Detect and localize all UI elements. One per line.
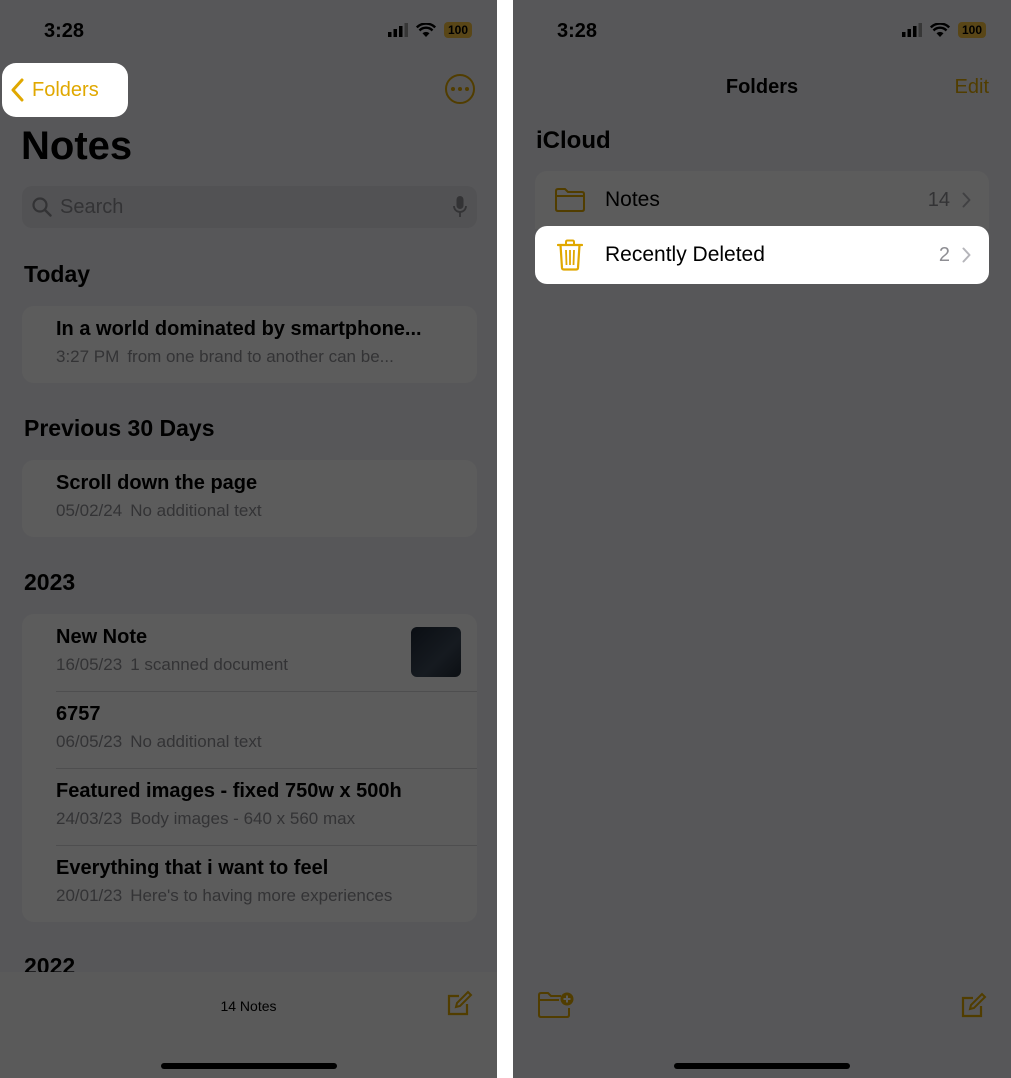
wifi-icon — [929, 22, 950, 37]
notes-group-today: In a world dominated by smartphone... 3:… — [22, 306, 477, 383]
search-placeholder: Search — [60, 195, 124, 218]
cellular-signal-icon — [387, 23, 408, 37]
nav-title: Folders — [725, 76, 799, 98]
note-item[interactable]: In a world dominated by smartphone... 3:… — [22, 306, 477, 383]
back-to-folders-button[interactable]: Folders — [2, 63, 128, 117]
note-title: In a world dominated by smartphone... — [56, 318, 422, 340]
folder-icon — [555, 188, 585, 212]
note-preview: Here's to having more experiences — [130, 886, 393, 905]
folder-name: Notes — [605, 188, 660, 211]
battery-indicator: 100 — [443, 22, 472, 38]
notes-group-previous-30-days: Scroll down the page 05/02/24 No addition… — [22, 460, 477, 537]
chevron-right-icon — [962, 247, 971, 263]
status-bar: 3:28 100 — [0, 0, 497, 60]
status-bar: 3:28 100 — [513, 0, 1011, 60]
note-preview: No additional text — [130, 501, 262, 520]
notes-group-2023: New Note 16/05/23 1 scanned document 6757… — [22, 614, 477, 922]
note-date: 16/05/23 — [56, 655, 123, 674]
note-preview: No additional text — [130, 732, 262, 751]
note-title: New Note — [56, 626, 148, 648]
note-title: Scroll down the page — [56, 472, 258, 494]
note-title: 6757 — [56, 703, 101, 725]
note-date: 05/02/24 — [56, 501, 123, 520]
note-preview: Body images - 640 x 560 max — [130, 809, 356, 828]
note-date: 06/05/23 — [56, 732, 123, 751]
note-item[interactable]: New Note 16/05/23 1 scanned document — [22, 614, 477, 691]
note-preview: 1 scanned document — [130, 655, 289, 674]
compose-icon[interactable] — [445, 990, 473, 1018]
section-header-icloud: iCloud — [536, 127, 611, 154]
cellular-signal-icon — [901, 23, 922, 37]
bottom-toolbar: 14 Notes — [0, 972, 497, 1078]
section-header-previous-30-days: Previous 30 Days — [24, 415, 215, 441]
note-title: Everything that i want to feel — [56, 857, 329, 879]
new-folder-icon[interactable] — [537, 990, 575, 1020]
section-header-today: Today — [24, 261, 91, 287]
note-preview: from one brand to another can be... — [127, 347, 394, 366]
battery-indicator: 100 — [957, 22, 986, 38]
compose-icon[interactable] — [959, 992, 987, 1020]
note-thumbnail — [411, 627, 461, 677]
note-title: Featured images - fixed 750w x 500h — [56, 780, 402, 802]
back-label: Folders — [32, 78, 99, 101]
notes-count: 14 Notes — [220, 998, 277, 1014]
more-options-button[interactable] — [445, 74, 475, 104]
notes-list-screen: 3:28 100 Notes Search Today In a world d… — [0, 0, 497, 1078]
note-date: 24/03/23 — [56, 809, 123, 828]
dim-overlay — [513, 0, 1011, 1078]
edit-button[interactable]: Edit — [955, 76, 989, 99]
page-title: Notes — [21, 124, 133, 168]
status-time: 3:28 — [44, 20, 85, 42]
microphone-icon[interactable] — [453, 196, 467, 218]
note-item[interactable]: Scroll down the page 05/02/24 No addition… — [22, 460, 477, 537]
status-time: 3:28 — [557, 20, 598, 42]
note-date: 20/01/23 — [56, 886, 123, 905]
note-item[interactable]: Everything that i want to feel 20/01/23 H… — [22, 845, 477, 922]
wifi-icon — [415, 22, 436, 37]
folders-screen: 3:28 100 Folders Edit iCloud Notes 14 Re… — [513, 0, 1011, 1078]
trash-icon — [557, 239, 583, 271]
chevron-left-icon — [11, 78, 24, 102]
home-indicator — [674, 1063, 850, 1069]
folder-row-recently-deleted[interactable]: Recently Deleted 2 — [535, 226, 989, 284]
search-icon — [32, 197, 52, 217]
chevron-right-icon — [962, 192, 971, 208]
home-indicator — [160, 1063, 337, 1069]
folder-count: 14 — [927, 188, 950, 211]
search-input[interactable]: Search — [22, 186, 477, 228]
folder-count: 2 — [938, 243, 950, 266]
note-item[interactable]: 6757 06/05/23 No additional text — [22, 691, 477, 768]
section-header-2023: 2023 — [24, 569, 76, 595]
note-date: 3:27 PM — [56, 347, 120, 366]
folder-name: Recently Deleted — [605, 243, 765, 266]
note-item[interactable]: Featured images - fixed 750w x 500h 24/0… — [22, 768, 477, 845]
folder-row-notes[interactable]: Notes 14 — [535, 171, 989, 229]
